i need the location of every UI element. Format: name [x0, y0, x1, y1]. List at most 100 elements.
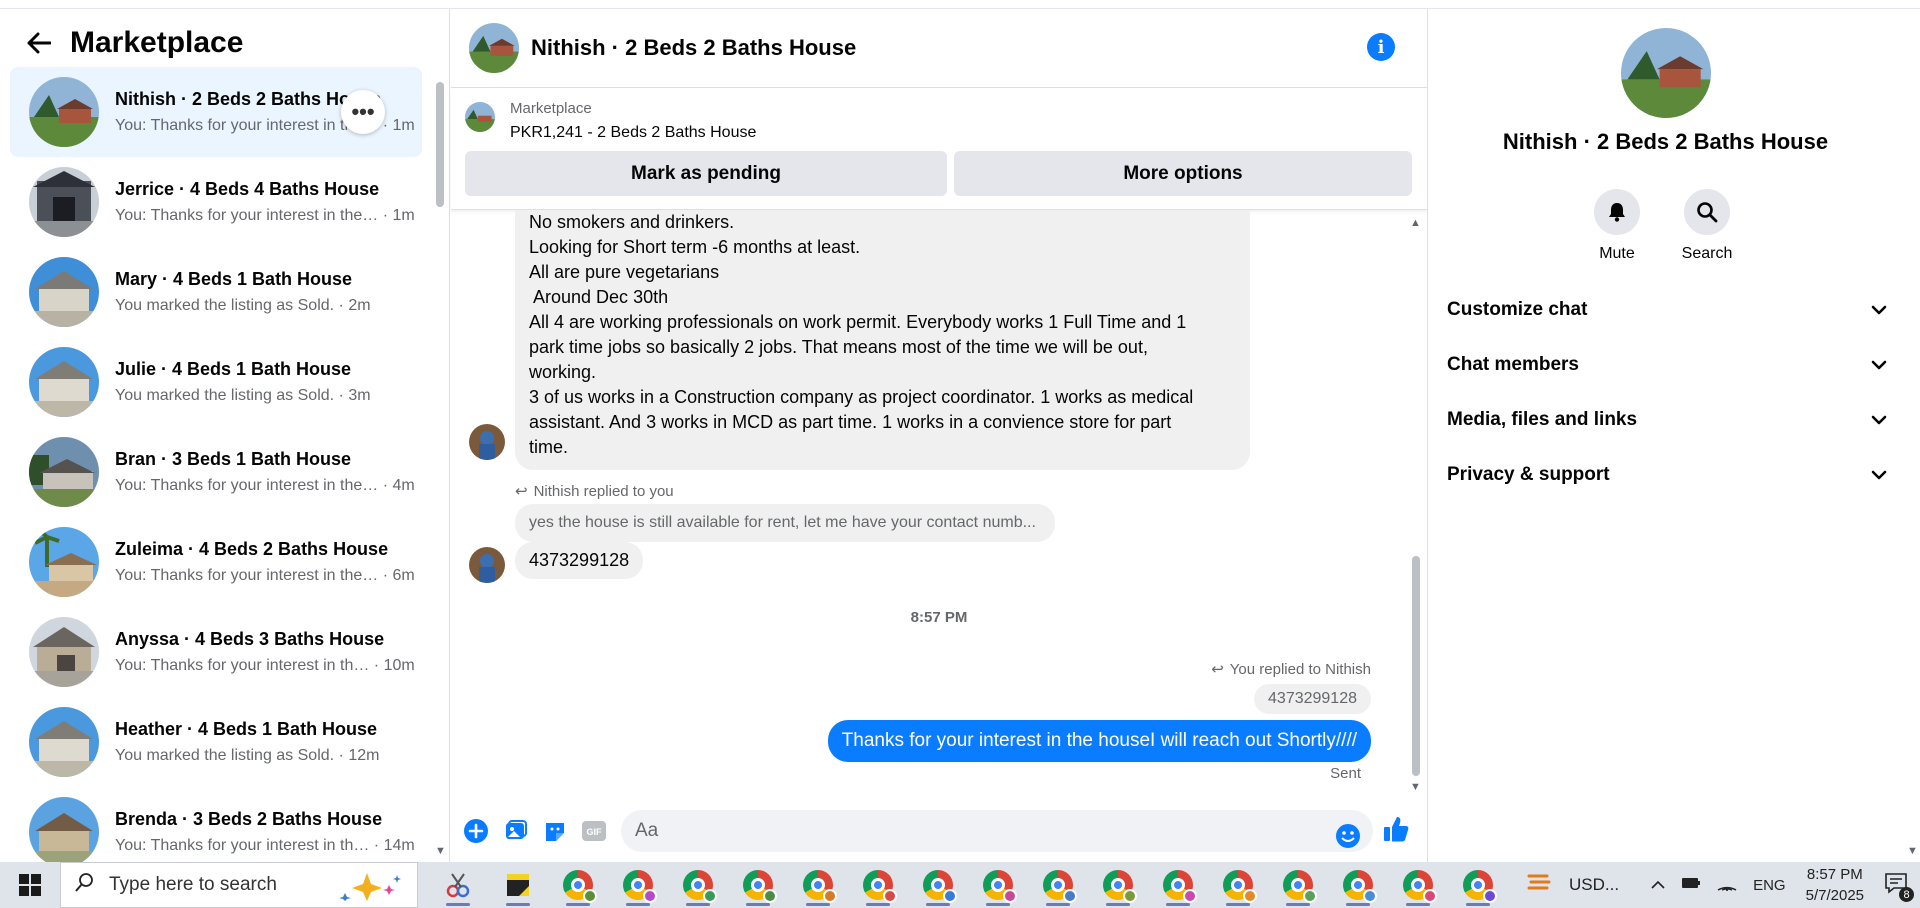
- conversation-item[interactable]: Anyssa · 4 Beds 3 Baths House You: Thanks…: [10, 607, 422, 697]
- chrome-profile-icon[interactable]: [788, 862, 848, 908]
- chat-scrollbar[interactable]: ▲ ▼: [1410, 217, 1422, 794]
- message-line: All 4 are working professionals on work …: [529, 312, 1187, 332]
- reply-label: You replied to Nithish: [1229, 660, 1371, 678]
- conversation-item[interactable]: Brenda · 3 Beds 2 Baths House You: Thanks…: [10, 787, 422, 862]
- listing-price-title[interactable]: PKR1,241 - 2 Beds 2 Baths House: [510, 124, 756, 142]
- mute-label: Mute: [1599, 245, 1635, 262]
- weather-icon[interactable]: [1527, 872, 1553, 898]
- gif-icon[interactable]: GIF: [579, 816, 609, 846]
- reply-indicator: ↩ You replied to Nithish: [1211, 660, 1371, 679]
- conversation-item[interactable]: Jerrice · 4 Beds 4 Baths House You: Thank…: [10, 157, 422, 247]
- battery-icon[interactable]: [1681, 876, 1701, 894]
- more-options-icon[interactable]: •••: [341, 90, 385, 134]
- top-border: [0, 0, 1920, 9]
- conversation-preview: You: Thanks for your interest in th… · 1…: [115, 657, 415, 674]
- chat-members-row[interactable]: Chat members: [1447, 345, 1887, 385]
- chrome-profile-icon[interactable]: [668, 862, 728, 908]
- conversation-item[interactable]: Julie · 4 Beds 1 Bath House You marked th…: [10, 337, 422, 427]
- message-line: Looking for Short term -6 months at leas…: [529, 237, 861, 257]
- clock-time: 8:57 PM: [1806, 866, 1863, 883]
- conversation-list: Nithish · 2 Beds 2 Baths House You: Thank…: [0, 67, 432, 862]
- chrome-profile-icon[interactable]: [1268, 862, 1328, 908]
- chrome-profile-icon[interactable]: [1148, 862, 1208, 908]
- scroll-down-icon[interactable]: ▼: [1907, 845, 1918, 857]
- snipping-tool-icon[interactable]: [428, 862, 488, 908]
- chrome-profile-icon[interactable]: [1328, 862, 1388, 908]
- sparkle-icon: [337, 871, 407, 907]
- notification-icon[interactable]: 8: [1884, 872, 1914, 902]
- sender-avatar[interactable]: [469, 547, 505, 583]
- conversation-item[interactable]: Mary · 4 Beds 1 Bath House You marked the…: [10, 247, 422, 337]
- details-avatar[interactable]: [1621, 28, 1711, 118]
- sticker-icon[interactable]: [540, 816, 570, 846]
- conversation-preview: You marked the listing as Sold. · 2m: [115, 297, 371, 314]
- scroll-up-icon[interactable]: ▲: [1410, 217, 1421, 229]
- thumbs-up-icon[interactable]: [1381, 814, 1411, 844]
- conversation-name: Mary · 4 Beds 1 Bath House: [115, 269, 353, 289]
- taskbar-clock[interactable]: 8:57 PM 5/7/2025: [1806, 864, 1864, 906]
- chevron-up-icon[interactable]: [1651, 877, 1665, 894]
- privacy-support-row[interactable]: Privacy & support: [1447, 455, 1887, 495]
- scroll-down-icon[interactable]: ▼: [435, 845, 446, 857]
- chrome-profile-icon[interactable]: [908, 862, 968, 908]
- sent-status: Sent: [1330, 765, 1361, 782]
- conversation-item[interactable]: Bran · 3 Beds 1 Bath House You: Thanks fo…: [10, 427, 422, 517]
- conversation-item[interactable]: Zuleima · 4 Beds 2 Baths House You: Thank…: [10, 517, 422, 607]
- conversation-item[interactable]: Heather · 4 Beds 1 Bath House You marked …: [10, 697, 422, 787]
- sidebar-scrollbar[interactable]: ▼: [435, 77, 446, 857]
- chrome-profile-icon[interactable]: [848, 862, 908, 908]
- plus-icon[interactable]: [461, 816, 491, 846]
- incoming-message: 4373299128: [515, 542, 644, 579]
- search-button[interactable]: Search: [1662, 189, 1752, 263]
- chat-avatar[interactable]: [469, 23, 519, 73]
- chrome-profile-icon[interactable]: [968, 862, 1028, 908]
- mute-button[interactable]: Mute: [1572, 189, 1662, 263]
- page-scrollbar[interactable]: ▼: [1905, 9, 1919, 862]
- windows-start-icon[interactable]: [0, 862, 60, 908]
- more-options-button[interactable]: More options: [954, 151, 1412, 196]
- quoted-message[interactable]: 4373299128: [1254, 684, 1371, 714]
- back-arrow-icon[interactable]: [22, 26, 56, 60]
- chrome-profile-icon[interactable]: [548, 862, 608, 908]
- sender-avatar[interactable]: [469, 424, 505, 460]
- listing-thumbnail: [29, 707, 99, 777]
- chat-title[interactable]: Nithish · 2 Beds 2 Baths House: [531, 35, 856, 61]
- clock-date: 5/7/2025: [1805, 887, 1864, 904]
- language-indicator[interactable]: ENG: [1753, 877, 1786, 894]
- info-icon[interactable]: i: [1367, 33, 1395, 61]
- messenger-app: Marketplace Nithish · 2 Beds 2 Baths Hou…: [0, 0, 1920, 862]
- marketplace-label: Marketplace: [510, 100, 592, 117]
- conversation-preview: You: Thanks for your interest in the… · …: [115, 207, 415, 224]
- bell-icon[interactable]: [1594, 189, 1640, 235]
- conversation-name: Bran · 3 Beds 1 Bath House: [115, 449, 352, 469]
- currency-widget[interactable]: USD...: [1569, 875, 1619, 895]
- section-label: Privacy & support: [1447, 464, 1610, 485]
- conversation-item[interactable]: Nithish · 2 Beds 2 Baths House You: Thank…: [10, 67, 422, 157]
- listing-thumbnail: [29, 77, 99, 147]
- customize-chat-row[interactable]: Customize chat: [1447, 290, 1887, 330]
- chrome-profile-icon[interactable]: [728, 862, 788, 908]
- sticky-notes-icon[interactable]: [488, 862, 548, 908]
- emoji-icon[interactable]: [1333, 821, 1363, 851]
- chrome-profile-icon[interactable]: [1388, 862, 1448, 908]
- listing-thumbnail: [29, 167, 99, 237]
- message-input[interactable]: Aa: [621, 810, 1373, 852]
- chrome-profile-icon[interactable]: [1028, 862, 1088, 908]
- search-icon[interactable]: [1684, 189, 1730, 235]
- scroll-down-icon[interactable]: ▼: [1410, 781, 1421, 793]
- media-files-links-row[interactable]: Media, files and links: [1447, 400, 1887, 440]
- photo-icon[interactable]: [501, 816, 531, 846]
- chrome-profile-icon[interactable]: [1208, 862, 1268, 908]
- message-composer: GIF Aa: [451, 800, 1427, 862]
- listing-thumbnail[interactable]: [465, 102, 495, 132]
- chrome-profile-icon[interactable]: [608, 862, 668, 908]
- taskbar-search-box[interactable]: Type here to search: [60, 862, 418, 908]
- scrollbar-thumb[interactable]: [436, 82, 444, 207]
- conversation-sidebar: Marketplace Nithish · 2 Beds 2 Baths Hou…: [0, 9, 450, 862]
- mark-pending-button[interactable]: Mark as pending: [465, 151, 947, 196]
- chrome-profile-icon[interactable]: [1448, 862, 1508, 908]
- scrollbar-thumb[interactable]: [1412, 556, 1420, 776]
- quoted-message[interactable]: yes the house is still available for ren…: [515, 504, 1055, 542]
- chrome-profile-icon[interactable]: [1088, 862, 1148, 908]
- wifi-icon[interactable]: [1717, 875, 1737, 895]
